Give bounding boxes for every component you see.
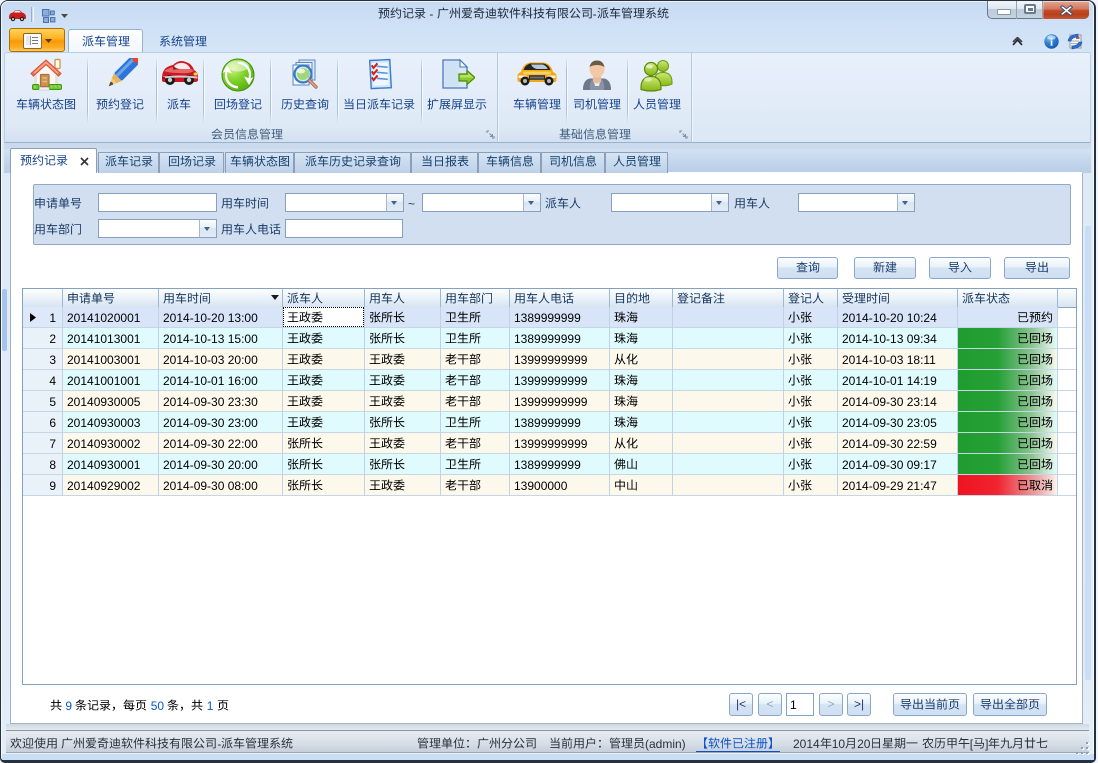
svg-text:i: i bbox=[1050, 37, 1053, 49]
